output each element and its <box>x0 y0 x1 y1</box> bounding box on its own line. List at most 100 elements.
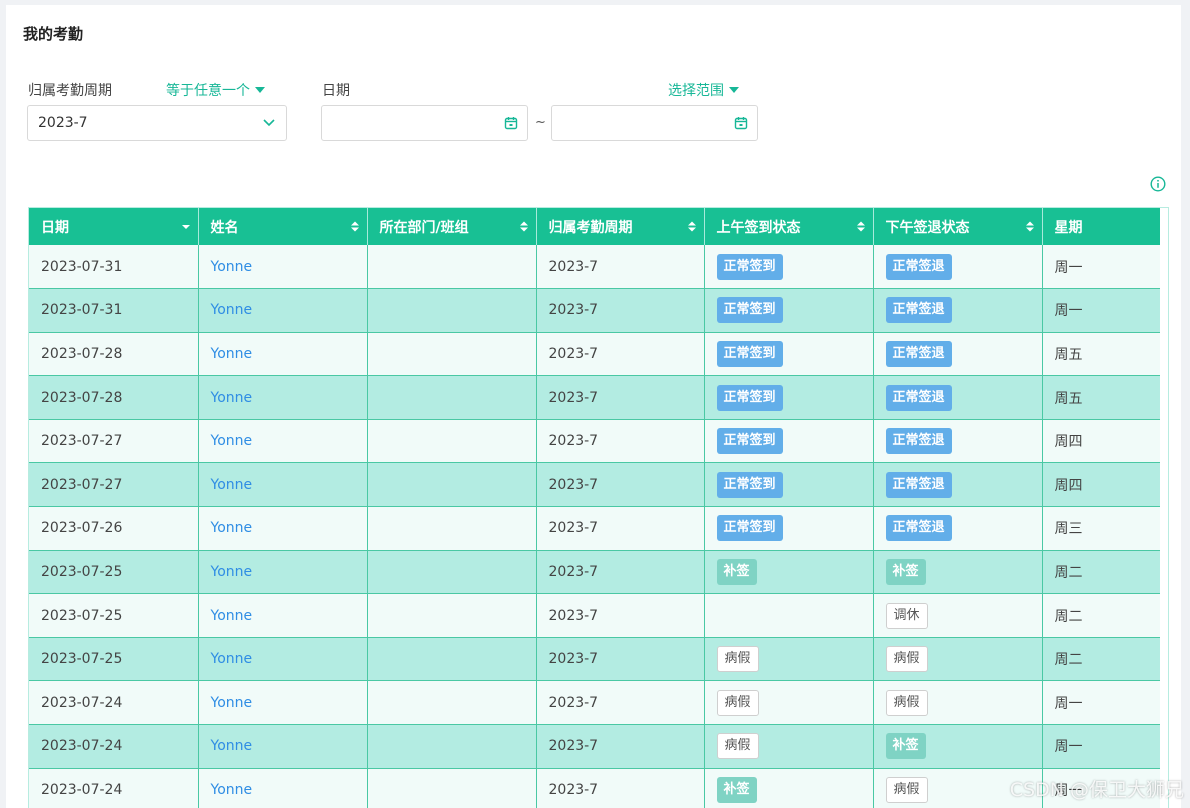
status-badge: 正常签到 <box>716 340 783 367</box>
weekday-cell: 周一 <box>1042 680 1160 726</box>
date-mode-dropdown[interactable]: 选择范围 <box>668 80 739 100</box>
status-badge: 正常签到 <box>716 297 783 324</box>
sort-icon[interactable] <box>350 221 359 232</box>
table-row[interactable]: 2023-07-25 Yonne 2023-7 病假 病假 周二 <box>29 637 1160 682</box>
table-row[interactable]: 2023-07-31 Yonne 2023-7 正常签到 正常签退 周一 <box>29 245 1160 290</box>
name-cell[interactable]: Yonne <box>198 593 368 638</box>
weekday-cell: 周五 <box>1042 375 1160 420</box>
date-cell: 2023-07-27 <box>29 462 199 508</box>
sort-icon[interactable] <box>687 221 696 232</box>
status-badge: 病假 <box>885 689 928 716</box>
column-header[interactable]: 日期 <box>29 208 199 245</box>
table-row[interactable]: 2023-07-27 Yonne 2023-7 正常签到 正常签退 周四 <box>29 462 1160 508</box>
name-cell[interactable]: Yonne <box>198 462 368 508</box>
table-row[interactable]: 2023-07-26 Yonne 2023-7 正常签到 正常签退 周三 <box>29 506 1160 551</box>
table-row[interactable]: 2023-07-25 Yonne 2023-7 补签 补签 周二 <box>29 550 1160 595</box>
date-cell: 2023-07-24 <box>29 680 199 726</box>
info-circle-icon[interactable] <box>1150 176 1166 192</box>
weekday-cell: 周二 <box>1042 637 1160 682</box>
status-badge: 正常签退 <box>885 428 952 455</box>
status-badge: 病假 <box>885 776 928 803</box>
sort-desc-icon[interactable] <box>181 221 190 232</box>
pm-status-cell: 补签 <box>873 550 1043 595</box>
column-header[interactable]: 所在部门/班组 <box>367 208 537 245</box>
name-cell[interactable]: Yonne <box>198 637 368 682</box>
pm-status-cell: 病假 <box>873 680 1043 726</box>
am-status-cell: 病假 <box>704 724 874 769</box>
date-cell: 2023-07-24 <box>29 768 199 808</box>
column-header-label: 归属考勤周期 <box>548 219 633 236</box>
dept-cell <box>367 245 537 290</box>
period-cell: 2023-7 <box>536 768 705 808</box>
date-start-input[interactable] <box>321 105 528 141</box>
column-header[interactable]: 星期 <box>1042 208 1160 245</box>
date-cell: 2023-07-28 <box>29 375 199 420</box>
period-cell: 2023-7 <box>536 637 705 682</box>
period-select[interactable]: 2023-7 <box>27 105 287 141</box>
name-cell[interactable]: Yonne <box>198 419 368 464</box>
column-header[interactable]: 上午签到状态 <box>704 208 874 245</box>
column-header[interactable]: 姓名 <box>198 208 368 245</box>
name-cell[interactable]: Yonne <box>198 375 368 420</box>
pm-status-cell: 正常签退 <box>873 288 1043 333</box>
status-badge: 病假 <box>885 646 928 673</box>
table-row[interactable]: 2023-07-24 Yonne 2023-7 病假 病假 周一 <box>29 680 1160 726</box>
dept-cell <box>367 724 537 769</box>
table-row[interactable]: 2023-07-27 Yonne 2023-7 正常签到 正常签退 周四 <box>29 419 1160 464</box>
table-row[interactable]: 2023-07-24 Yonne 2023-7 病假 补签 周一 <box>29 724 1160 769</box>
name-cell[interactable]: Yonne <box>198 288 368 333</box>
table-row[interactable]: 2023-07-28 Yonne 2023-7 正常签到 正常签退 周五 <box>29 375 1160 420</box>
status-badge: 补签 <box>716 558 757 585</box>
table-row[interactable]: 2023-07-31 Yonne 2023-7 正常签到 正常签退 周一 <box>29 288 1160 333</box>
column-header[interactable]: 归属考勤周期 <box>536 208 705 245</box>
period-filter-label: 归属考勤周期 <box>28 83 112 99</box>
am-status-cell: 正常签到 <box>704 419 874 464</box>
weekday-cell: 周二 <box>1042 593 1160 638</box>
table-row[interactable]: 2023-07-25 Yonne 2023-7 调休 周二 <box>29 593 1160 638</box>
date-mode-label: 选择范围 <box>668 83 724 99</box>
weekday-cell: 周一 <box>1042 288 1160 333</box>
period-cell: 2023-7 <box>536 375 705 420</box>
status-badge: 正常签到 <box>716 428 783 455</box>
sort-icon[interactable] <box>1025 221 1034 232</box>
name-cell[interactable]: Yonne <box>198 724 368 769</box>
column-header-label: 姓名 <box>210 219 239 236</box>
pm-status-cell: 正常签退 <box>873 506 1043 551</box>
weekday-cell: 周三 <box>1042 506 1160 551</box>
am-status-cell: 病假 <box>704 680 874 726</box>
name-cell[interactable]: Yonne <box>198 332 368 377</box>
name-cell[interactable]: Yonne <box>198 768 368 808</box>
period-mode-dropdown[interactable]: 等于任意一个 <box>166 80 265 100</box>
am-status-cell: 补签 <box>704 768 874 808</box>
weekday-cell: 周二 <box>1042 550 1160 595</box>
dept-cell <box>367 506 537 551</box>
status-badge: 正常签退 <box>885 471 952 498</box>
column-header[interactable]: 下午签退状态 <box>873 208 1043 245</box>
am-status-cell: 正常签到 <box>704 375 874 420</box>
status-badge: 正常签退 <box>885 384 952 411</box>
date-cell: 2023-07-26 <box>29 506 199 551</box>
period-cell: 2023-7 <box>536 724 705 769</box>
period-cell: 2023-7 <box>536 593 705 638</box>
dept-cell <box>367 637 537 682</box>
date-cell: 2023-07-27 <box>29 419 199 464</box>
dept-cell <box>367 593 537 638</box>
period-cell: 2023-7 <box>536 288 705 333</box>
table-row[interactable]: 2023-07-28 Yonne 2023-7 正常签到 正常签退 周五 <box>29 332 1160 377</box>
column-header-label: 所在部门/班组 <box>379 219 469 236</box>
date-end-input[interactable] <box>551 105 758 141</box>
pm-status-cell: 正常签退 <box>873 419 1043 464</box>
name-cell[interactable]: Yonne <box>198 506 368 551</box>
dept-cell <box>367 680 537 726</box>
sort-icon[interactable] <box>856 221 865 232</box>
name-cell[interactable]: Yonne <box>198 680 368 726</box>
table-header-row: 日期 姓名 所在部门/班组 归属考勤周期 上午签到状态 下午签退状态 星期 <box>29 208 1160 245</box>
status-badge: 补签 <box>716 776 757 803</box>
table-row[interactable]: 2023-07-24 Yonne 2023-7 补签 病假 周一 <box>29 768 1160 808</box>
name-cell[interactable]: Yonne <box>198 245 368 290</box>
status-badge: 病假 <box>716 689 759 716</box>
caret-down-icon <box>255 87 265 93</box>
dept-cell <box>367 375 537 420</box>
sort-icon[interactable] <box>519 221 528 232</box>
name-cell[interactable]: Yonne <box>198 550 368 595</box>
